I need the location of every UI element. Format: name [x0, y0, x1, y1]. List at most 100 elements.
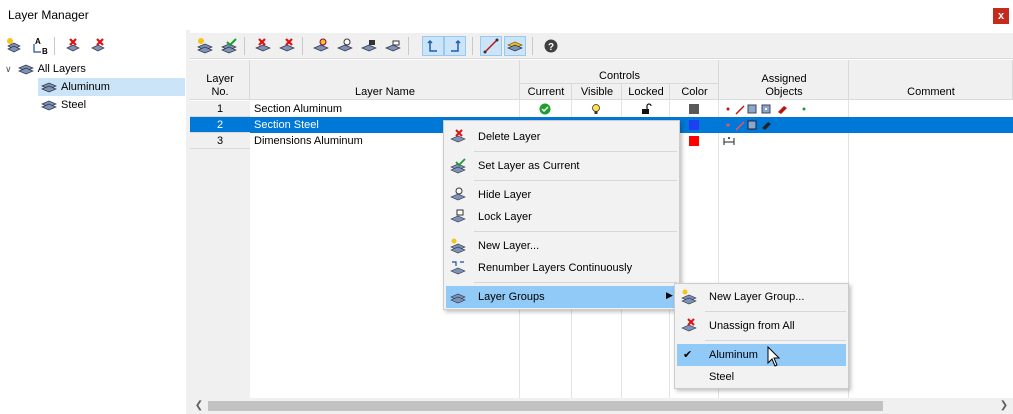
submenu-item-new-group[interactable]: New Layer Group...	[677, 286, 846, 308]
help-icon[interactable]: ?	[540, 36, 562, 56]
layers-icon	[17, 64, 34, 75]
assigned-objects-icons	[726, 119, 786, 131]
toolbar-separator	[408, 37, 409, 55]
submenu-item-steel[interactable]: Steel	[677, 366, 846, 388]
delete-layer-icon[interactable]	[252, 36, 274, 56]
set-current-icon[interactable]	[218, 36, 240, 56]
menu-item-set-current[interactable]: Set Layer as Current	[446, 155, 677, 177]
menu-separator	[474, 180, 677, 181]
header-layer-name[interactable]: Layer Name	[250, 60, 520, 100]
assigned-objects-icons	[726, 103, 816, 115]
tree-label: Steel	[61, 99, 87, 111]
menu-item-layer-groups[interactable]: Layer Groups ▶	[446, 286, 677, 308]
color-swatch[interactable]	[689, 120, 699, 130]
delete-all-icon[interactable]	[87, 36, 109, 56]
tree-item-aluminum[interactable]: Aluminum	[38, 78, 185, 96]
menu-label: Renumber Layers Continuously	[478, 262, 633, 274]
submenu-arrow-icon: ▶	[666, 290, 673, 300]
group-toolbar: A B	[0, 33, 186, 59]
color-swatch[interactable]	[689, 104, 699, 114]
menu-label: Set Layer as Current	[478, 160, 580, 172]
header-assigned-objects[interactable]: Assigned Objects	[719, 60, 849, 100]
scroll-left-icon[interactable]: ❮	[191, 398, 207, 414]
toolbar-separator	[302, 37, 303, 55]
current-check-icon[interactable]	[539, 103, 551, 115]
row-number[interactable]: 1	[190, 101, 250, 117]
menu-label: Aluminum	[709, 349, 758, 361]
show-layer-icon[interactable]	[310, 36, 332, 56]
lock-layer-icon[interactable]	[358, 36, 380, 56]
unassign-icon	[681, 318, 697, 332]
tree-item-steel[interactable]: Steel	[38, 96, 185, 114]
tree-item-all-layers[interactable]: ∨ All Layers	[0, 60, 186, 78]
header-label: Comment	[907, 86, 955, 98]
submenu-item-unassign[interactable]: Unassign from All	[677, 315, 846, 337]
header-label: Locked	[628, 86, 664, 98]
menu-item-delete-layer[interactable]: Delete Layer	[446, 126, 677, 148]
menu-label: Hide Layer	[478, 189, 532, 201]
header-visible[interactable]: Visible	[572, 84, 622, 100]
scroll-right-icon[interactable]: ❯	[996, 398, 1012, 414]
row-number[interactable]: 2	[190, 117, 250, 133]
layer-toolbar: ?	[190, 33, 1013, 59]
menu-label: New Layer...	[478, 240, 540, 252]
menu-label: Delete Layer	[478, 131, 541, 143]
svg-text:?: ?	[548, 42, 554, 53]
header-controls-group: Controls	[520, 60, 719, 84]
layer-groups-submenu: New Layer Group... Unassign from All ✔ A…	[674, 283, 849, 389]
toolbar-separator	[472, 37, 473, 55]
unlocked-icon[interactable]	[640, 103, 652, 115]
menu-item-new-layer[interactable]: New Layer...	[446, 235, 677, 257]
delete-all-layers-icon[interactable]	[276, 36, 298, 56]
header-current[interactable]: Current	[520, 84, 572, 100]
menu-separator	[705, 311, 846, 312]
color-swatch[interactable]	[689, 136, 699, 146]
row-number-gutter	[190, 149, 250, 398]
menu-label: Unassign from All	[709, 320, 795, 332]
unlock-layer-icon[interactable]	[382, 36, 404, 56]
layer-context-menu: Delete Layer Set Layer as Current Hide L…	[443, 120, 680, 310]
window-title: Layer Manager	[8, 8, 89, 22]
assign-objects-icon[interactable]	[480, 36, 502, 56]
scrollbar-thumb[interactable]	[208, 401, 883, 411]
header-layer-no[interactable]: Layer No.	[190, 60, 250, 100]
layer-groups-icon	[450, 293, 466, 304]
undo-icon[interactable]	[422, 36, 444, 56]
layers-icon	[41, 100, 57, 111]
submenu-item-aluminum[interactable]: ✔ Aluminum	[677, 344, 846, 366]
header-label: Objects	[765, 86, 803, 98]
collapse-chevron-icon[interactable]: ∨	[5, 64, 12, 75]
delete-icon[interactable]	[62, 36, 84, 56]
new-group-icon[interactable]	[3, 36, 25, 56]
header-locked[interactable]: Locked	[622, 84, 670, 100]
menu-item-lock-layer[interactable]: Lock Layer	[446, 206, 677, 228]
header-label: Visible	[580, 86, 614, 98]
layers-icon	[41, 82, 57, 93]
dimension-icon	[723, 137, 735, 145]
header-comment[interactable]: Comment	[849, 60, 1013, 100]
header-label: No.	[211, 86, 229, 98]
header-label: Current	[527, 86, 565, 98]
menu-item-renumber[interactable]: Renumber Layers Continuously	[446, 257, 677, 279]
toolbar-separator	[54, 37, 55, 55]
close-button[interactable]: x	[993, 8, 1009, 24]
header-label: Assigned	[761, 73, 807, 85]
layer-name-cell[interactable]: Section Aluminum	[254, 101, 514, 117]
sort-glyph-a: A	[35, 37, 41, 46]
header-color[interactable]: Color	[670, 84, 719, 100]
new-layer-icon[interactable]	[194, 36, 216, 56]
horizontal-scrollbar[interactable]: ❮ ❯	[190, 398, 1013, 414]
visible-bulb-icon[interactable]	[590, 103, 602, 115]
set-current-icon	[450, 158, 466, 174]
layer-groups-icon[interactable]	[504, 36, 526, 56]
toolbar-separator	[244, 37, 245, 55]
menu-item-hide-layer[interactable]: Hide Layer	[446, 184, 677, 206]
new-layer-icon	[450, 238, 466, 254]
menu-separator	[474, 231, 677, 232]
layer-group-tree: ∨ All Layers Aluminum Steel	[0, 60, 186, 414]
redo-icon[interactable]	[444, 36, 466, 56]
hide-layer-icon[interactable]	[334, 36, 356, 56]
sort-icon[interactable]: A B	[28, 36, 50, 56]
delete-layer-icon	[450, 129, 466, 143]
row-number[interactable]: 3	[190, 133, 250, 149]
